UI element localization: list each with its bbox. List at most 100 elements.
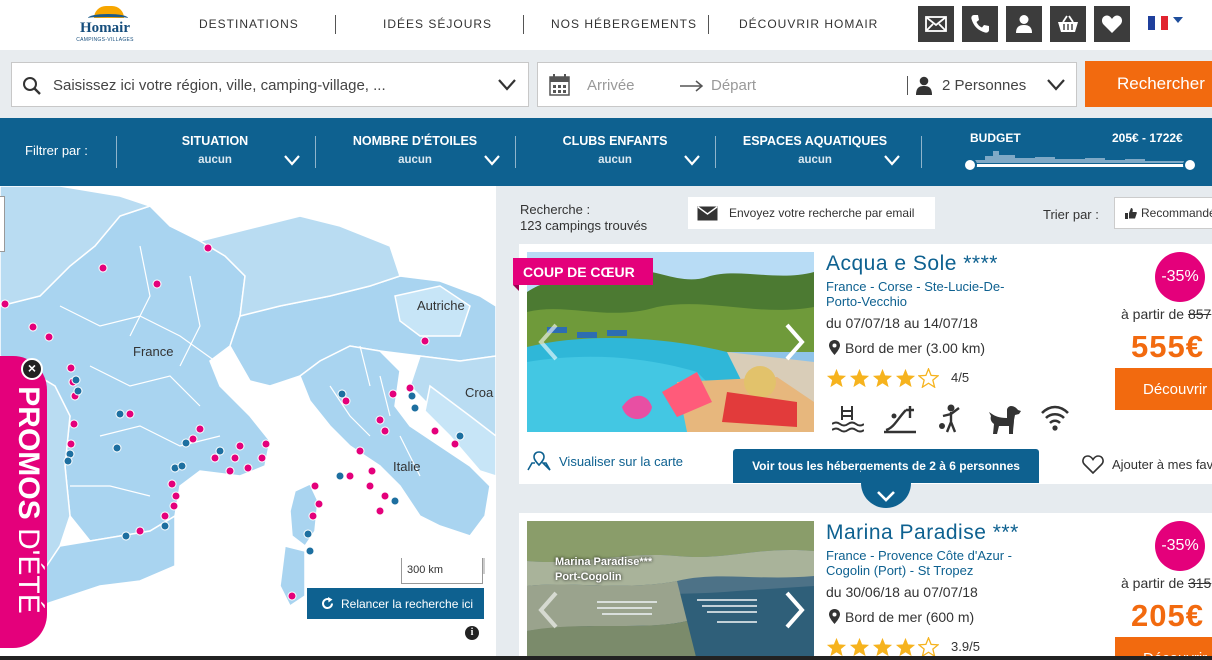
- persons-select[interactable]: 2 Personnes: [942, 77, 1026, 94]
- star-icon: [826, 368, 847, 388]
- arrival-input[interactable]: Arrivée: [587, 77, 635, 94]
- star-icon: [895, 637, 916, 657]
- filter-separator: [315, 136, 316, 168]
- chevron-down-icon[interactable]: [1173, 17, 1183, 23]
- sea-distance: Bord de mer (600 m): [845, 609, 975, 625]
- wifi-icon: [1041, 405, 1069, 431]
- nav-decouvrir[interactable]: DÉCOUVRIR HOMAIR: [739, 17, 878, 31]
- price-from-label: à partir de: [1121, 306, 1185, 322]
- filter-value: aucun: [398, 154, 432, 166]
- current-price: 205€: [1131, 598, 1204, 633]
- relaunch-search-button[interactable]: Relancer la recherche ici: [307, 588, 484, 619]
- filter-separator: [715, 136, 716, 168]
- basket-icon[interactable]: [1050, 6, 1086, 42]
- filter-clubs-enfants[interactable]: CLUBS ENFANTS aucun: [520, 134, 710, 166]
- current-price: 555€: [1131, 329, 1204, 364]
- budget-range: 205€ - 1722€: [1112, 131, 1183, 145]
- prev-photo-icon[interactable]: [536, 322, 562, 362]
- photo-caption-line: Port-Cogolin: [555, 571, 622, 583]
- budget-max-handle[interactable]: [1183, 158, 1197, 172]
- person-icon: [916, 76, 932, 95]
- promo-light: D'ÉTÉ: [12, 527, 45, 614]
- coup-de-coeur-badge: COUP DE CŒUR: [513, 258, 653, 285]
- logo-name: Homair: [80, 20, 130, 36]
- relaunch-label: Relancer la recherche ici: [341, 596, 474, 611]
- chevron-down-icon[interactable]: [498, 79, 516, 91]
- map-label-italie: Italie: [393, 459, 421, 474]
- rating-number: 3.9: [951, 639, 970, 654]
- discover-button[interactable]: Découvrir: [1115, 368, 1212, 410]
- search-button[interactable]: Rechercher: [1085, 61, 1212, 107]
- thumbs-up-icon: [1125, 207, 1137, 219]
- next-photo-icon[interactable]: [781, 590, 807, 630]
- filter-separator: [116, 136, 117, 168]
- marina-photo: [527, 521, 814, 660]
- map-scale: 300 km: [401, 558, 483, 584]
- filter-separator: [515, 136, 516, 168]
- filter-title: ESPACES AQUATIQUES: [742, 134, 888, 148]
- nav-separator: [335, 15, 336, 34]
- star-icon: [895, 368, 916, 388]
- filter-espaces-aquatiques[interactable]: ESPACES AQUATIQUES aucun: [720, 134, 910, 166]
- chevron-down-icon: [877, 491, 895, 502]
- map-label-croatie: Croa: [465, 385, 494, 400]
- mail-icon[interactable]: [918, 6, 954, 42]
- nav-separator: [708, 15, 709, 34]
- nav-idees-sejours[interactable]: IDÉES SÉJOURS: [383, 17, 492, 31]
- map-pin-icon: [527, 451, 551, 471]
- badge-fold: [513, 285, 519, 291]
- chevron-down-icon[interactable]: [684, 155, 700, 166]
- email-search-button[interactable]: Envoyez votre recherche par email: [688, 197, 935, 229]
- chevron-down-icon[interactable]: [884, 155, 900, 166]
- pool-icon: [832, 406, 864, 433]
- results-count: Recherche : 123 campings trouvés: [520, 202, 647, 234]
- top-header: Homair CAMPINGS-VILLAGES DESTINATIONS ID…: [0, 0, 1212, 50]
- user-icon[interactable]: [1006, 6, 1042, 42]
- sort-select[interactable]: Recommandé: [1114, 197, 1212, 229]
- chevron-down-icon[interactable]: [484, 155, 500, 166]
- add-to-favorites-link[interactable]: Ajouter à mes favoris: [1082, 455, 1212, 474]
- arrow-right-icon: [680, 80, 704, 92]
- price-from-label: à partir de: [1121, 575, 1185, 591]
- nav-destinations[interactable]: DESTINATIONS: [199, 17, 299, 31]
- map-zoom-control[interactable]: [0, 196, 5, 252]
- destination-input[interactable]: Saisissez ici votre région, ville, campi…: [53, 77, 386, 94]
- prev-photo-icon[interactable]: [536, 590, 562, 630]
- filter-situation[interactable]: SITUATION aucun: [120, 134, 310, 166]
- filter-value: aucun: [198, 154, 232, 166]
- departure-input[interactable]: Départ: [711, 77, 756, 94]
- chevron-down-icon[interactable]: [1047, 79, 1065, 91]
- filter-title: SITUATION: [181, 134, 249, 148]
- homair-logo[interactable]: Homair CAMPINGS-VILLAGES: [74, 6, 136, 44]
- language-flag-icon[interactable]: [1148, 16, 1169, 30]
- camping-location[interactable]: France - Corse - Ste-Lucie-De- Porto-Vec…: [826, 279, 1004, 309]
- close-icon[interactable]: ×: [21, 358, 43, 380]
- view-on-map-link[interactable]: Visualiser sur la carte: [527, 451, 683, 471]
- nav-hebergements[interactable]: NOS HÉBERGEMENTS: [551, 17, 697, 31]
- budget-min-handle[interactable]: [963, 158, 977, 172]
- phone-icon[interactable]: [962, 6, 998, 42]
- location-pin-icon: [829, 609, 840, 624]
- chevron-down-icon[interactable]: [284, 155, 300, 166]
- promo-text[interactable]: PROMOS D'ÉTÉ: [5, 365, 45, 635]
- slide-icon: [884, 406, 916, 434]
- camping-photo[interactable]: [527, 521, 814, 660]
- camping-name[interactable]: Marina Paradise ***: [826, 521, 1019, 545]
- filter-value: aucun: [798, 154, 832, 166]
- star-empty-icon: [918, 368, 939, 388]
- heart-icon[interactable]: [1094, 6, 1130, 42]
- heart-outline-icon: [1082, 455, 1104, 474]
- star-icon: [849, 368, 870, 388]
- homair-search-page: Homair CAMPINGS-VILLAGES DESTINATIONS ID…: [0, 0, 1212, 660]
- dates-persons-field[interactable]: Arrivée Départ 2 Personnes: [537, 62, 1077, 107]
- mail-icon: [697, 206, 718, 221]
- filter-label: Filtrer par :: [25, 143, 88, 158]
- filter-etoiles[interactable]: NOMBRE D'ÉTOILES aucun: [320, 134, 510, 166]
- destination-field[interactable]: Saisissez ici votre région, ville, campi…: [11, 62, 529, 107]
- camping-name[interactable]: Acqua e Sole ****: [826, 252, 998, 276]
- next-photo-icon[interactable]: [781, 322, 807, 362]
- camping-location[interactable]: France - Provence Côte d'Azur - Cogolin …: [826, 548, 1012, 578]
- discount-badge: -35%: [1155, 521, 1205, 571]
- calendar-icon: [549, 74, 570, 96]
- info-icon[interactable]: i: [465, 626, 479, 640]
